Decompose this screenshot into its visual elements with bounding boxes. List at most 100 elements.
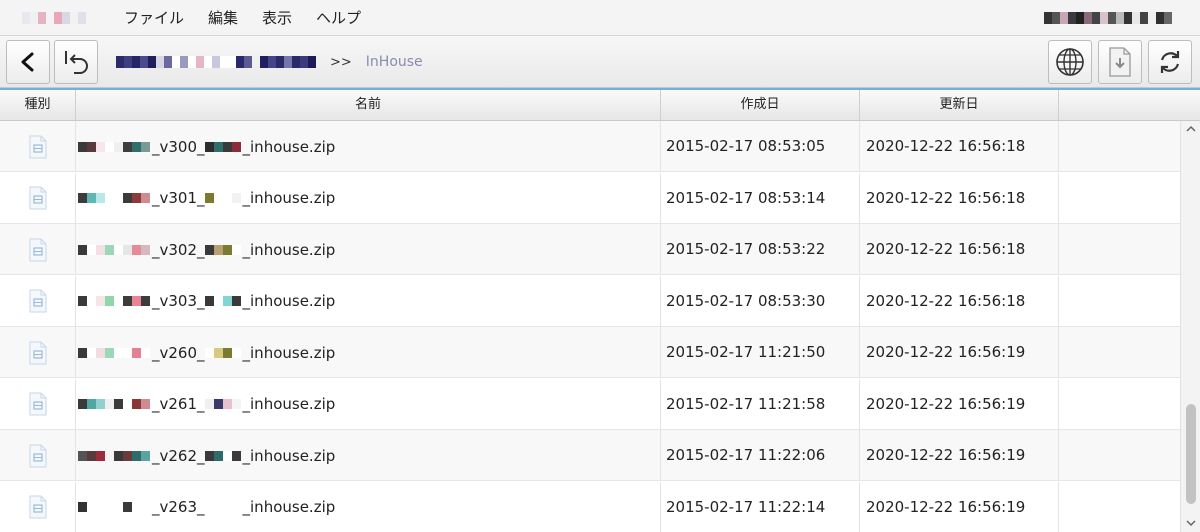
column-header-updated[interactable]: 更新日	[860, 90, 1059, 120]
name-middle-redacted	[204, 141, 241, 152]
back-button[interactable]	[6, 40, 50, 84]
undo-button[interactable]	[54, 40, 98, 84]
column-header-extra	[1059, 90, 1200, 120]
updated-cell: 2020-12-22 16:56:19	[860, 481, 1059, 532]
extra-cell	[1059, 430, 1180, 481]
undo-arrow-icon	[65, 51, 88, 74]
table-row[interactable]: _v260_ _inhouse.zip 2015-02-17 11:21:50 202…	[0, 327, 1180, 378]
name-version: _v260_	[152, 343, 205, 362]
menu-edit[interactable]: 編集	[196, 0, 250, 36]
table-row[interactable]: _v261_ _inhouse.zip 2015-02-17 11:21:58 202…	[0, 378, 1180, 430]
vertical-scrollbar[interactable]	[1180, 121, 1200, 532]
updated-cell: 2020-12-22 16:56:18	[860, 172, 1059, 224]
name-version: _v303_	[152, 292, 205, 310]
column-header-type[interactable]: 種別	[0, 90, 76, 120]
name-middle-redacted	[204, 193, 241, 203]
name-middle-redacted	[204, 450, 241, 461]
created-cell: 2015-02-17 11:22:14	[661, 481, 860, 532]
refresh-icon	[1160, 51, 1180, 73]
table-row[interactable]: _v301_ _inhouse.zip 2015-02-17 08:53:14 202…	[0, 172, 1180, 224]
table-header: 種別 名前 作成日 更新日	[0, 90, 1200, 121]
scroll-thumb[interactable]	[1186, 404, 1196, 504]
name-extension: _inhouse.zip	[242, 446, 336, 465]
user-name[interactable]	[1044, 12, 1172, 24]
created-cell: 2015-02-17 11:21:58	[661, 378, 860, 430]
name-cell[interactable]: _v260_ _inhouse.zip	[76, 327, 661, 378]
type-cell	[0, 224, 76, 275]
column-header-created[interactable]: 作成日	[661, 90, 860, 120]
name-prefix-redacted	[78, 450, 150, 461]
name-middle-redacted	[204, 244, 241, 255]
name-cell[interactable]: _v301_ _inhouse.zip	[76, 172, 661, 224]
refresh-button[interactable]	[1148, 40, 1192, 84]
name-cell[interactable]: _v303_ _inhouse.zip	[76, 275, 661, 327]
name-extension: _inhouse.zip	[242, 343, 336, 362]
download-button[interactable]	[1098, 40, 1142, 84]
breadcrumb-current[interactable]: InHouse	[366, 54, 423, 70]
name-version: _v262_	[152, 446, 205, 465]
menu-help[interactable]: ヘルプ	[304, 0, 373, 36]
created-cell: 2015-02-17 11:21:50	[661, 327, 860, 378]
zip-file-icon	[29, 341, 46, 364]
type-cell	[0, 275, 76, 327]
menu-view[interactable]: 表示	[250, 0, 304, 36]
zip-file-icon	[29, 444, 46, 467]
name-version: _v301_	[152, 189, 205, 207]
scroll-up-icon[interactable]	[1185, 124, 1197, 134]
toolbar: >> InHouse	[0, 36, 1200, 88]
breadcrumb-path-redacted[interactable]	[116, 56, 316, 68]
table-row[interactable]: _v300_ _inhouse.zip 2015-02-17 08:53:05 202…	[0, 121, 1180, 172]
name-cell[interactable]: _v261_ _inhouse.zip	[76, 378, 661, 430]
name-extension: _inhouse.zip	[242, 189, 336, 207]
chevron-left-icon	[21, 52, 34, 72]
created-cell: 2015-02-17 08:53:22	[661, 224, 860, 275]
name-extension: _inhouse.zip	[242, 498, 336, 516]
name-cell[interactable]: _v302_ _inhouse.zip	[76, 224, 661, 275]
extra-cell	[1059, 379, 1180, 430]
globe-button[interactable]	[1048, 40, 1092, 84]
name-version: _v261_	[152, 395, 205, 413]
breadcrumb: >> InHouse	[116, 36, 423, 88]
zip-file-icon	[29, 289, 46, 313]
name-prefix-redacted	[78, 141, 150, 152]
type-cell	[0, 430, 76, 481]
name-cell[interactable]: _v300_ _inhouse.zip	[76, 121, 661, 172]
updated-cell: 2020-12-22 16:56:19	[860, 327, 1059, 378]
zip-file-icon	[29, 186, 46, 210]
name-prefix-redacted	[78, 244, 150, 255]
globe-icon	[1056, 48, 1084, 76]
updated-cell: 2020-12-22 16:56:19	[860, 430, 1059, 481]
name-prefix-redacted	[78, 296, 150, 306]
name-version: _v300_	[152, 137, 205, 156]
table-row[interactable]: _v302_ _inhouse.zip 2015-02-17 08:53:22 202…	[0, 224, 1180, 275]
zip-file-icon	[29, 135, 46, 158]
column-header-name[interactable]: 名前	[76, 90, 661, 120]
name-extension: _inhouse.zip	[242, 292, 336, 310]
table-row[interactable]: _v263_ _inhouse.zip 2015-02-17 11:22:14 202…	[0, 481, 1180, 532]
name-cell[interactable]: _v262_ _inhouse.zip	[76, 430, 661, 481]
name-prefix-redacted	[78, 399, 150, 409]
breadcrumb-separator: >>	[330, 54, 352, 70]
extra-cell	[1059, 482, 1180, 532]
name-middle-redacted	[204, 502, 241, 512]
app-logo	[22, 11, 90, 24]
name-extension: _inhouse.zip	[242, 395, 336, 413]
name-version: _v302_	[152, 240, 205, 259]
scroll-down-icon[interactable]	[1185, 518, 1197, 528]
menu-items: ファイル 編集 表示 ヘルプ	[112, 0, 373, 36]
table-row[interactable]: _v262_ _inhouse.zip 2015-02-17 11:22:06 202…	[0, 430, 1180, 481]
name-cell[interactable]: _v263_ _inhouse.zip	[76, 481, 661, 532]
created-cell: 2015-02-17 08:53:30	[661, 275, 860, 327]
file-table: 種別 名前 作成日 更新日 _v300_ _inhouse.zip 2015-02-…	[0, 88, 1200, 532]
name-prefix-redacted	[78, 347, 150, 358]
zip-file-icon	[29, 392, 46, 416]
name-middle-redacted	[204, 296, 241, 306]
created-cell: 2015-02-17 08:53:14	[661, 172, 860, 224]
menu-bar: ファイル 編集 表示 ヘルプ	[0, 0, 1200, 36]
table-row[interactable]: _v303_ _inhouse.zip 2015-02-17 08:53:30 202…	[0, 275, 1180, 327]
extra-cell	[1059, 173, 1180, 224]
extra-cell	[1059, 276, 1180, 327]
type-cell	[0, 121, 76, 172]
type-cell	[0, 481, 76, 532]
menu-file[interactable]: ファイル	[112, 0, 196, 36]
